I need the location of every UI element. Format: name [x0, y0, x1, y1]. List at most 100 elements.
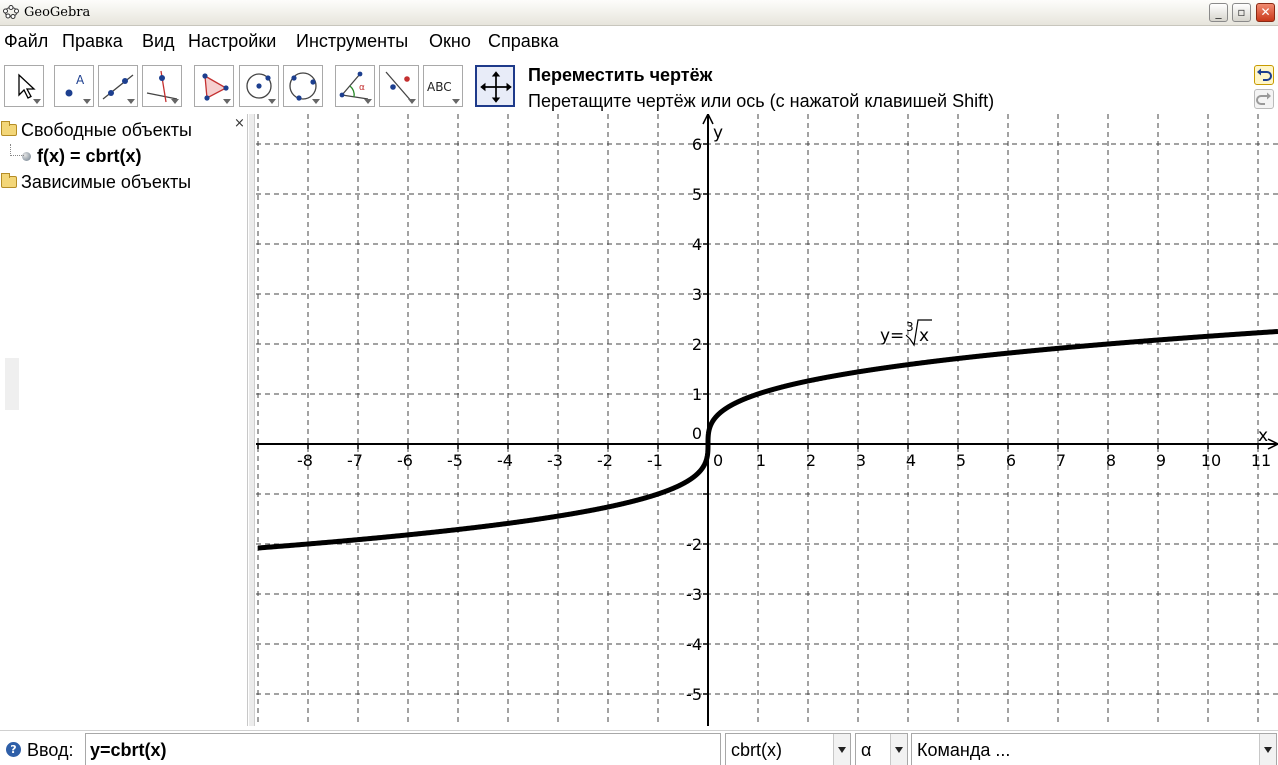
x-tick-label: 7: [1056, 451, 1066, 470]
y-tick-label: -2: [686, 535, 702, 554]
undo-icon: [1257, 68, 1272, 81]
dependent-objects-label: Зависимые объекты: [21, 171, 192, 192]
x-tick-label: 3: [856, 451, 866, 470]
axes: [256, 114, 1278, 726]
circle-tool-button[interactable]: [239, 65, 279, 107]
x-tick-label: -1: [647, 451, 663, 470]
free-objects-label: Свободные объекты: [21, 119, 192, 140]
view-splitter[interactable]: [249, 114, 255, 726]
graphics-view[interactable]: -8 -7 -6 -5 -4 -3 -2 -1 0 1 2 3 4 5 6 7 8 9 10 11 6 5 4 3 2 1 0 -2…: [256, 114, 1278, 726]
menu-edit[interactable]: Правка: [62, 31, 123, 52]
x-tick-label: 9: [1156, 451, 1166, 470]
algebra-view: × Свободные объекты f(x) = cbrt(x) Завис…: [0, 114, 248, 726]
function-curve[interactable]: [257, 328, 1278, 551]
y-tick-labels: 6 5 4 3 2 1 0 -2 -3 -4 -5: [686, 135, 702, 704]
title-bar: GeoGebra _ ▫ ✕: [0, 0, 1278, 26]
line-tool-button[interactable]: [98, 65, 138, 107]
text-tool-label: ABC: [427, 80, 452, 94]
x-tick-label: 0: [713, 451, 723, 470]
active-tool-help: Перетащите чертёж или ось (с нажатой кла…: [528, 91, 995, 111]
curve-label-index: 3: [906, 320, 914, 334]
undo-button[interactable]: [1254, 65, 1274, 85]
menu-settings[interactable]: Настройки: [188, 31, 276, 52]
y-tick-label: 6: [692, 135, 702, 154]
polygon-tool-button[interactable]: [194, 65, 234, 107]
x-tick-label: -2: [597, 451, 613, 470]
command-select[interactable]: Команда ...: [911, 733, 1277, 765]
function-select[interactable]: cbrt(x): [725, 733, 851, 765]
reflect-tool-button[interactable]: [379, 65, 419, 107]
input-field[interactable]: y=cbrt(x): [85, 733, 721, 765]
menu-help[interactable]: Справка: [488, 31, 559, 52]
menu-bar: Файл Правка Вид Настройки Инструменты Ок…: [0, 27, 1278, 57]
folder-icon: [1, 173, 17, 188]
conic-tool-button[interactable]: [283, 65, 323, 107]
text-tool-button[interactable]: ABC: [423, 65, 463, 107]
symbol-select[interactable]: α: [855, 733, 908, 765]
x-tick-label: -3: [547, 451, 563, 470]
active-tool-name: Переместить чертёж: [528, 65, 713, 85]
y-tick-label: 2: [692, 335, 702, 354]
menu-tools[interactable]: Инструменты: [296, 31, 408, 52]
menu-view[interactable]: Вид: [142, 31, 175, 52]
x-tick-label: -5: [447, 451, 463, 470]
object-definition: f(x) = cbrt(x): [37, 145, 142, 166]
input-label: Ввод:: [27, 740, 74, 760]
redo-icon: [1256, 92, 1271, 105]
angle-tool-button[interactable]: α: [335, 65, 375, 107]
chevron-down-icon[interactable]: [833, 734, 850, 765]
y-tick-label: -3: [686, 585, 702, 604]
move-tool-button[interactable]: [4, 65, 44, 107]
side-panel-handle[interactable]: [5, 358, 19, 410]
algebra-object-row[interactable]: f(x) = cbrt(x): [6, 144, 142, 168]
y-tick-label: 3: [692, 285, 702, 304]
point-tool-button[interactable]: A: [54, 65, 94, 107]
close-button[interactable]: ✕: [1256, 3, 1275, 22]
x-tick-label: 2: [806, 451, 816, 470]
function-select-value: cbrt(x): [731, 740, 782, 760]
x-tick-label: 6: [1006, 451, 1016, 470]
redo-button[interactable]: [1254, 89, 1274, 109]
chevron-down-icon[interactable]: [1259, 734, 1276, 765]
x-tick-label: -7: [347, 451, 363, 470]
free-objects-node[interactable]: Свободные объекты: [0, 118, 192, 142]
curve-label[interactable]: y= 3 x: [880, 319, 932, 347]
move-view-tool-button[interactable]: [475, 65, 515, 107]
command-select-value: Команда ...: [917, 740, 1011, 760]
perpendicular-tool-button[interactable]: [142, 65, 182, 107]
x-tick-label: 8: [1106, 451, 1116, 470]
x-tick-label: 5: [956, 451, 966, 470]
y-tick-label: 0: [692, 424, 702, 443]
x-tick-label: -8: [297, 451, 313, 470]
x-tick-labels: -8 -7 -6 -5 -4 -3 -2 -1 0 1 2 3 4 5 6 7 8 9 10 11: [297, 451, 1271, 470]
menu-window[interactable]: Окно: [429, 31, 471, 52]
x-tick-label: 11: [1251, 451, 1271, 470]
y-tick-label: -5: [686, 685, 702, 704]
coordinate-plane[interactable]: -8 -7 -6 -5 -4 -3 -2 -1 0 1 2 3 4 5 6 7 8 9 10 11 6543210-2…: [256, 114, 1278, 726]
minimize-button[interactable]: _: [1209, 3, 1228, 22]
x-tick-label: -6: [397, 451, 413, 470]
svg-text:α: α: [359, 83, 365, 93]
geogebra-logo-icon: [3, 5, 19, 19]
dependent-objects-node[interactable]: Зависимые объекты: [0, 170, 191, 194]
y-axis-label: y: [713, 123, 723, 143]
x-tick-label: 4: [906, 451, 916, 470]
symbol-select-value: α: [861, 740, 872, 760]
maximize-button[interactable]: ▫: [1232, 3, 1251, 22]
x-axis-label: x: [1258, 426, 1268, 446]
chevron-down-icon[interactable]: [890, 734, 907, 765]
move-view-icon: [480, 71, 512, 103]
menu-file[interactable]: Файл: [4, 31, 48, 52]
input-bar: ? Ввод: y=cbrt(x) cbrt(x) α Команда ...: [0, 730, 1278, 765]
input-help-icon[interactable]: ?: [6, 742, 21, 757]
curve-label-prefix: y=: [880, 326, 904, 346]
algebra-close-icon[interactable]: ×: [234, 116, 245, 131]
window-title: GeoGebra: [24, 5, 91, 20]
folder-icon: [1, 121, 17, 136]
svg-text:A: A: [76, 73, 85, 87]
y-tick-label: 4: [692, 235, 702, 254]
y-tick-label: 1: [692, 385, 702, 404]
curve-label-radicand: x: [919, 326, 929, 346]
toolbar: A α ABC Переместить чертёж Перетащите че…: [0, 57, 1278, 114]
x-tick-label: 10: [1201, 451, 1221, 470]
